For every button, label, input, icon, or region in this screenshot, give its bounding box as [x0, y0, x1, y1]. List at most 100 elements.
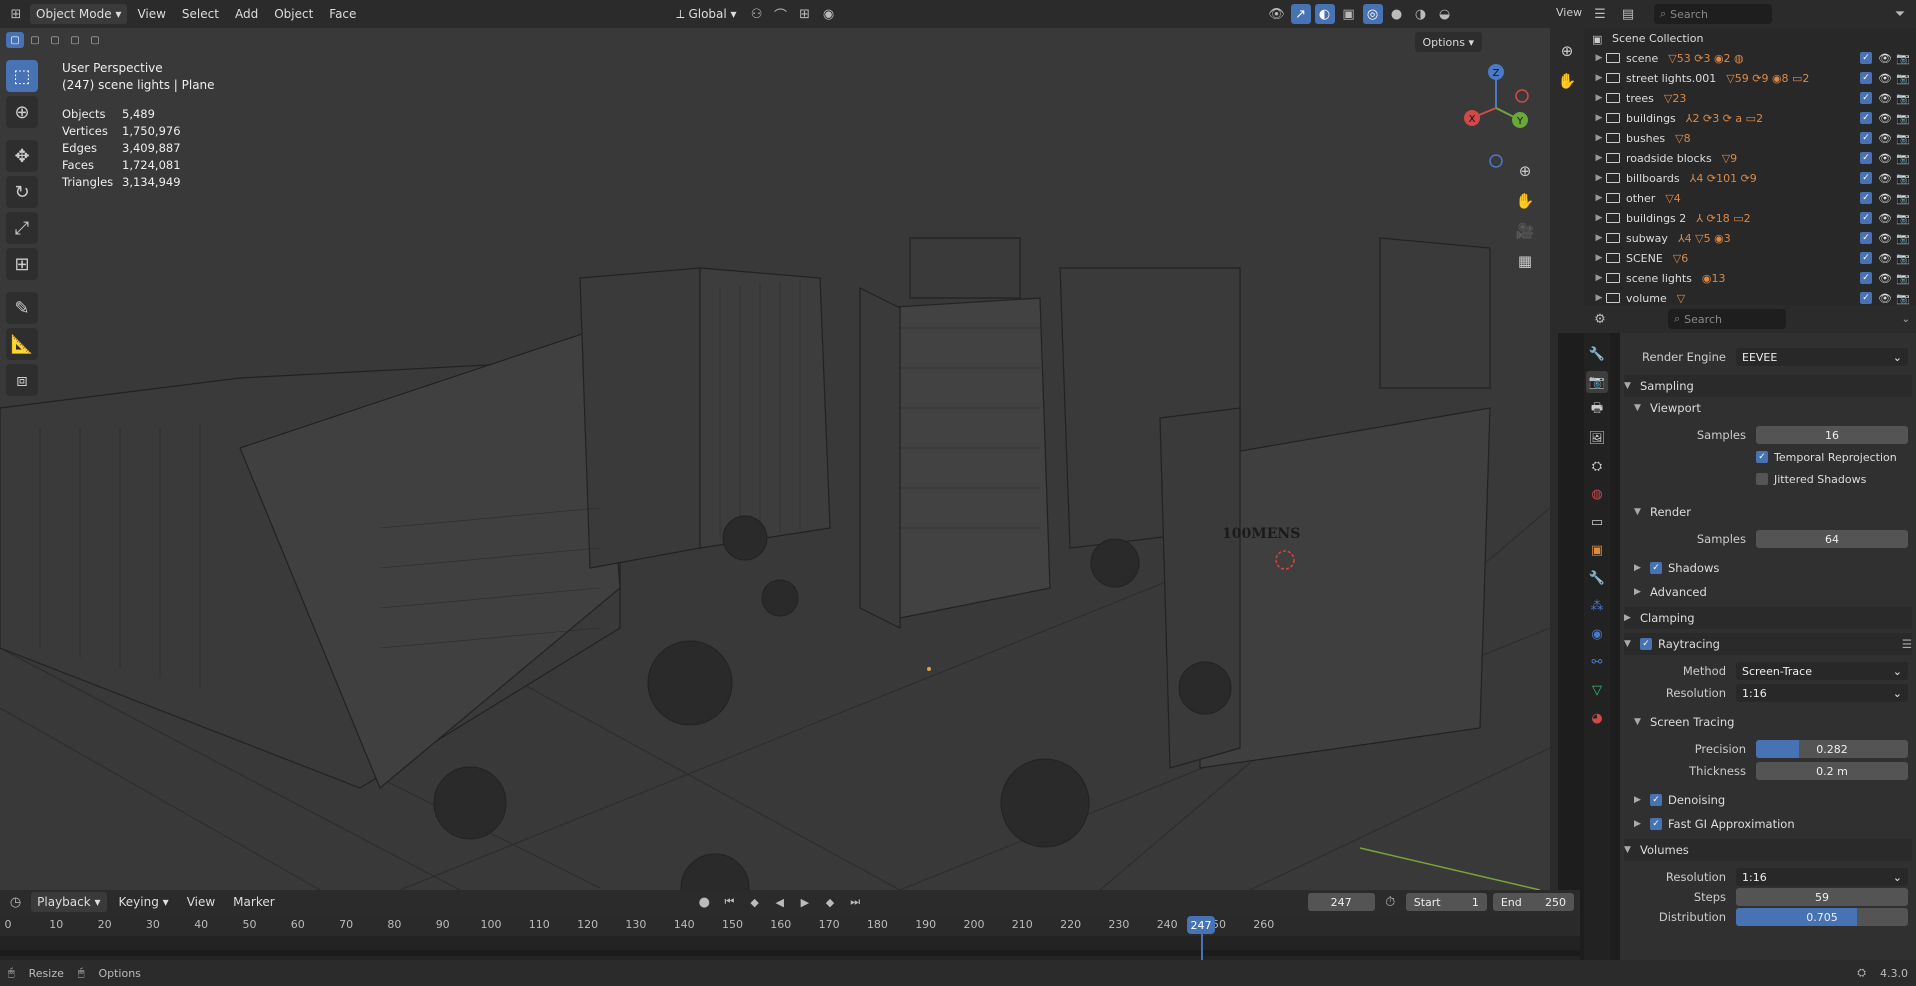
wireframe-shading-icon[interactable]: ◎	[1362, 4, 1383, 24]
jump-end-icon[interactable]: ⏭	[846, 892, 865, 912]
menu-face[interactable]: Face	[323, 4, 362, 24]
solid-shading-icon[interactable]: ●	[1387, 4, 1407, 24]
expand-arrow-icon[interactable]: ▶	[1592, 53, 1606, 63]
add-cube-tool-icon[interactable]: ⧈	[6, 364, 38, 396]
vol-resolution-select[interactable]: 1:16 ⌄	[1736, 868, 1908, 886]
data-tab-icon[interactable]: ▽	[1586, 679, 1608, 701]
jump-keyframe-back-icon[interactable]: ◆	[745, 892, 764, 912]
eye-icon[interactable]: 👁	[1878, 132, 1892, 145]
eye-icon[interactable]: 👁	[1878, 232, 1892, 245]
render-samples-field[interactable]: 64	[1756, 530, 1908, 548]
pin-icon[interactable]: ⌄	[1902, 314, 1910, 325]
select-extend-icon[interactable]: ▢	[26, 32, 44, 48]
expand-arrow-icon[interactable]: ▶	[1592, 133, 1606, 143]
select-invert-icon[interactable]: ▢	[66, 32, 84, 48]
jump-keyframe-forward-icon[interactable]: ◆	[820, 892, 839, 912]
list-icon[interactable]: ☰	[1902, 637, 1912, 651]
filter-icon[interactable]: ⏷	[1890, 4, 1910, 24]
play-reverse-icon[interactable]: ◀	[770, 892, 789, 912]
select-intersect-icon[interactable]: ▢	[86, 32, 104, 48]
outliner-collection-row[interactable]: ▶ scene lights ◉13 ✓ 👁 📷	[1592, 268, 1916, 288]
volumes-panel-header[interactable]: ▼ Volumes	[1624, 839, 1912, 861]
render-camera-icon[interactable]: 📷	[1896, 272, 1910, 285]
thickness-field[interactable]: 0.2 m	[1756, 762, 1908, 780]
exclude-checkbox-icon[interactable]: ✓	[1860, 172, 1872, 184]
distribution-slider[interactable]: 0.705	[1736, 908, 1908, 926]
transform-tool-icon[interactable]: ⊞	[6, 248, 38, 280]
steps-field[interactable]: 59	[1736, 888, 1908, 906]
modifier-tab-icon[interactable]: 🔧	[1586, 567, 1608, 589]
expand-arrow-icon[interactable]: ▶	[1592, 293, 1606, 303]
zoom-icon[interactable]: ⊕	[1512, 158, 1538, 184]
expand-arrow-icon[interactable]: ▶	[1592, 193, 1606, 203]
3d-viewport[interactable]: 100MENS ▢ ▢ ▢ ▢ ▢ Options ▾ ⬚ ⊕ ✥ ↻ ⤢ ⊞ …	[0, 28, 1550, 890]
object-tab-icon[interactable]: ▣	[1586, 539, 1608, 561]
xray-icon[interactable]: ▣	[1339, 4, 1359, 24]
resolution-select[interactable]: 1:16 ⌄	[1736, 684, 1908, 702]
playback-menu[interactable]: Playback ▾	[31, 892, 107, 912]
move-tool-icon[interactable]: ✥	[6, 140, 38, 172]
eye-icon[interactable]: 👁	[1878, 272, 1892, 285]
eye-icon[interactable]: 👁	[1878, 252, 1892, 265]
snap-target-icon[interactable]: ⊞	[795, 4, 815, 24]
outliner-search[interactable]: ⌕ Search	[1654, 4, 1772, 24]
exclude-checkbox-icon[interactable]: ✓	[1860, 232, 1872, 244]
expand-arrow-icon[interactable]: ▶	[1592, 93, 1606, 103]
ortho-toggle-icon[interactable]: ▦	[1512, 248, 1538, 274]
outliner-collection-row[interactable]: ▶ subway ⅄4 ▽5 ◉3 ✓ 👁 📷	[1592, 228, 1916, 248]
check-icon[interactable]: ✓	[1650, 562, 1662, 574]
clamping-panel-header[interactable]: ▶ Clamping	[1624, 607, 1912, 629]
timeline-scrollbar[interactable]	[0, 950, 1580, 956]
outliner-collection-row[interactable]: ▶ other ▽4 ✓ 👁 📷	[1592, 188, 1916, 208]
advanced-subpanel-header[interactable]: ▶ Advanced	[1634, 581, 1912, 603]
raytracing-panel-header[interactable]: ▼ ✓ Raytracing ☰	[1624, 633, 1912, 655]
playhead[interactable]: 247	[1187, 916, 1215, 934]
render-engine-select[interactable]: EEVEE ⌄	[1736, 348, 1908, 366]
overlay-icon[interactable]: ◐	[1314, 4, 1335, 24]
outliner-collection-row[interactable]: ▶ trees ▽23 ✓ 👁 📷	[1592, 88, 1916, 108]
denoising-subpanel-header[interactable]: ▶ ✓ Denoising	[1634, 789, 1912, 811]
render-camera-icon[interactable]: 📷	[1896, 212, 1910, 225]
precision-slider[interactable]: 0.282	[1756, 740, 1908, 758]
render-camera-icon[interactable]: 📷	[1896, 92, 1910, 105]
gizmo-icon[interactable]: ↗	[1290, 4, 1311, 24]
current-frame-field[interactable]: 247	[1307, 893, 1375, 911]
eye-icon[interactable]: 👁	[1878, 72, 1892, 85]
viewport-samples-field[interactable]: 16	[1756, 426, 1908, 444]
expand-arrow-icon[interactable]: ▶	[1592, 213, 1606, 223]
screen-tracing-subpanel-header[interactable]: ▼ Screen Tracing	[1634, 711, 1912, 733]
render-camera-icon[interactable]: 📷	[1896, 52, 1910, 65]
expand-arrow-icon[interactable]: ▶	[1592, 153, 1606, 163]
shadows-subpanel-header[interactable]: ▶ ✓ Shadows	[1634, 557, 1912, 579]
outliner-collection-row[interactable]: ▶ buildings 2 ⅄ ⟳18 ▭2 ✓ 👁 📷	[1592, 208, 1916, 228]
rendered-shading-icon[interactable]: ◒	[1435, 4, 1455, 24]
options-dropdown[interactable]: Options ▾	[1414, 32, 1482, 52]
eye-icon[interactable]: 👁	[1878, 152, 1892, 165]
outliner-collection-row[interactable]: ▶ buildings ⅄2 ⟳3 ⟳ a ▭2 ✓ 👁 📷	[1592, 108, 1916, 128]
expand-arrow-icon[interactable]: ▶	[1592, 253, 1606, 263]
render-camera-icon[interactable]: 📷	[1896, 112, 1910, 125]
navigation-gizmo[interactable]: Z X Y	[1456, 58, 1536, 168]
eye-icon[interactable]: 👁	[1878, 112, 1892, 125]
exclude-checkbox-icon[interactable]: ✓	[1860, 152, 1872, 164]
check-icon[interactable]: ✓	[1640, 638, 1652, 650]
properties-editor-icon[interactable]: ⚙	[1590, 309, 1610, 329]
jump-start-icon[interactable]: ⏮	[720, 892, 739, 912]
menu-object[interactable]: Object	[268, 4, 319, 24]
physics-tab-icon[interactable]: ◉	[1586, 623, 1608, 645]
eye-icon[interactable]: 👁	[1878, 172, 1892, 185]
properties-search[interactable]: ⌕ Search	[1668, 309, 1786, 329]
keying-menu[interactable]: Keying ▾	[113, 892, 175, 912]
scale-tool-icon[interactable]: ⤢	[6, 212, 38, 244]
eye-icon[interactable]: 👁	[1878, 92, 1892, 105]
end-frame-field[interactable]: End 250	[1492, 893, 1574, 911]
menu-view[interactable]: View	[131, 4, 171, 24]
exclude-checkbox-icon[interactable]: ✓	[1860, 52, 1872, 64]
check-icon[interactable]: ✓	[1650, 794, 1662, 806]
auto-keying-icon[interactable]: ●	[695, 892, 714, 912]
cursor-tool-icon[interactable]: ⊕	[6, 96, 38, 128]
constraints-tab-icon[interactable]: ⚯	[1586, 651, 1608, 673]
render-camera-icon[interactable]: 📷	[1896, 232, 1910, 245]
marker-menu[interactable]: Marker	[227, 892, 280, 912]
render-camera-icon[interactable]: 📷	[1896, 72, 1910, 85]
